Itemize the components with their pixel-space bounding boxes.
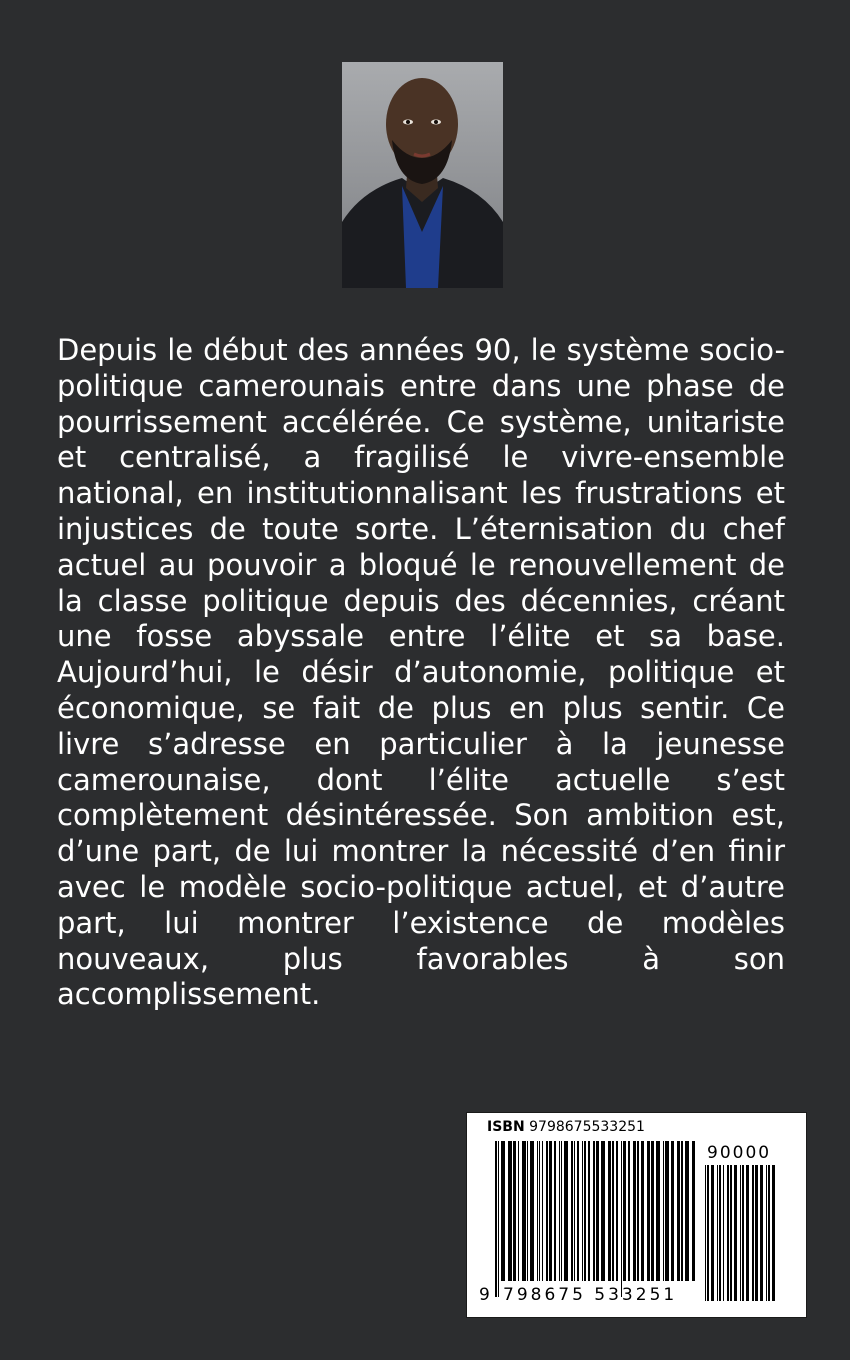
barcode-bar — [681, 1141, 683, 1281]
barcode-bar — [717, 1165, 718, 1301]
barcode-bar — [692, 1141, 695, 1281]
barcode-bar — [537, 1141, 538, 1281]
barcode-bar — [530, 1141, 534, 1281]
barcode-bar — [755, 1165, 758, 1301]
barcode-bar — [608, 1141, 611, 1281]
barcode-bar — [549, 1141, 552, 1281]
barcode-bar — [508, 1141, 512, 1281]
barcode-bar — [546, 1141, 548, 1281]
barcode-bar — [742, 1165, 744, 1301]
barcode-digit-first: 9 — [479, 1285, 490, 1305]
barcode-bar — [730, 1165, 732, 1301]
barcode-bar — [584, 1141, 586, 1281]
barcode-bar — [656, 1141, 660, 1281]
barcode-bar — [527, 1141, 528, 1281]
barcode-bar — [588, 1141, 590, 1281]
addon-barcode-bars — [705, 1165, 775, 1301]
barcode-bar — [711, 1165, 714, 1301]
barcode-bar — [495, 1141, 497, 1297]
barcode-bar — [601, 1141, 605, 1281]
barcode-bar — [766, 1165, 767, 1301]
barcode-bar — [707, 1165, 709, 1301]
barcode-bar — [705, 1165, 706, 1301]
barcode-bar — [539, 1141, 540, 1281]
barcode-bar — [522, 1141, 526, 1281]
barcode-bar — [746, 1165, 749, 1301]
barcode-bar — [593, 1141, 595, 1281]
barcode-bar — [513, 1141, 516, 1281]
barcode-bar — [582, 1141, 583, 1281]
barcode-bar — [685, 1141, 689, 1281]
barcode-bar — [637, 1141, 639, 1281]
barcode-bar — [612, 1141, 614, 1281]
barcode-bar — [633, 1141, 636, 1281]
back-cover-blurb: Depuis le début des années 90, le systèm… — [57, 333, 785, 1012]
barcode-bar — [501, 1141, 505, 1281]
barcode-bar — [561, 1141, 562, 1281]
author-photo — [342, 62, 503, 288]
barcode-bar — [663, 1141, 664, 1281]
barcode-bar — [574, 1141, 575, 1281]
isbn-barcode: ISBN 9798675533251 90000 9 798675 533251 — [466, 1112, 807, 1318]
barcode-bar — [727, 1165, 729, 1301]
isbn-label: ISBN 9798675533251 — [487, 1119, 645, 1135]
addon-price-code: 90000 — [707, 1143, 772, 1163]
barcode-bar — [665, 1141, 669, 1281]
barcode-bar — [641, 1141, 644, 1281]
barcode-bar — [616, 1141, 618, 1281]
barcode-bar — [772, 1165, 775, 1301]
barcode-bar — [596, 1141, 599, 1281]
barcode-bar — [760, 1165, 763, 1301]
barcode-bar — [621, 1141, 622, 1297]
barcode-bars — [495, 1141, 695, 1297]
author-portrait-icon — [342, 62, 503, 288]
barcode-bar — [719, 1165, 721, 1301]
barcode-bar — [677, 1141, 680, 1281]
barcode-bar — [571, 1141, 573, 1281]
barcode-bar — [498, 1141, 499, 1297]
barcode-bar — [647, 1141, 650, 1281]
barcode-bar — [740, 1165, 741, 1301]
barcode-bar — [577, 1141, 579, 1281]
barcode-bar — [623, 1141, 626, 1281]
barcode-bar — [723, 1165, 724, 1301]
barcode-bar — [671, 1141, 674, 1281]
barcode-bar — [554, 1141, 556, 1281]
barcode-bar — [628, 1141, 630, 1281]
barcode-digits: 798675 533251 — [503, 1285, 678, 1305]
barcode-bar — [559, 1141, 560, 1281]
barcode-bar — [518, 1141, 519, 1281]
barcode-bar — [542, 1141, 543, 1281]
barcode-bar — [752, 1165, 754, 1301]
barcode-bar — [651, 1141, 654, 1281]
barcode-bar — [734, 1165, 737, 1301]
barcode-bar — [564, 1141, 568, 1281]
barcode-bar — [768, 1165, 770, 1301]
